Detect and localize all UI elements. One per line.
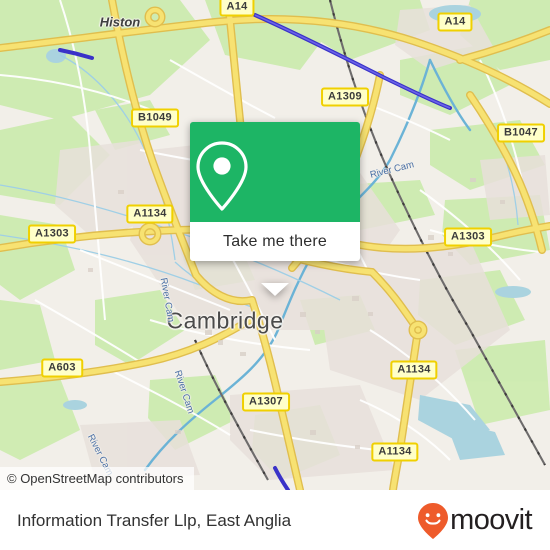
map-attribution[interactable]: © OpenStreetMap contributors <box>0 467 194 490</box>
moovit-wordmark: moovit <box>450 504 532 536</box>
road-shield[interactable]: A1134 <box>126 204 174 224</box>
take-me-there-label: Take me there <box>223 232 327 250</box>
road-shield[interactable]: A1303 <box>28 224 76 244</box>
road-shield[interactable]: A1134 <box>371 442 419 462</box>
map-canvas[interactable]: A14 A14 A1309 B1049 B1047 A1134 A1303 A1… <box>0 0 550 490</box>
road-shield[interactable]: A1309 <box>321 87 369 107</box>
road-shield[interactable]: A603 <box>41 358 83 378</box>
location-pin-icon <box>196 141 248 211</box>
road-shield[interactable]: A14 <box>219 0 255 17</box>
card-pointer-tail <box>261 283 289 296</box>
road-shield[interactable]: A1134 <box>390 360 438 380</box>
attribution-text: © OpenStreetMap contributors <box>7 471 184 486</box>
take-me-there-card[interactable]: Take me there <box>190 122 360 296</box>
road-shield[interactable]: A14 <box>437 12 473 32</box>
moovit-smiley-pin-icon <box>418 502 449 539</box>
road-shield[interactable]: A1303 <box>444 227 492 247</box>
footer-bar: Information Transfer Llp, East Anglia mo… <box>0 490 550 550</box>
card-image-area <box>190 122 360 222</box>
road-shield[interactable]: B1049 <box>131 108 179 128</box>
road-shield[interactable]: B1047 <box>497 123 545 143</box>
map-screenshot: A14 A14 A1309 B1049 B1047 A1134 A1303 A1… <box>0 0 550 550</box>
card-action-area[interactable]: Take me there <box>190 222 360 261</box>
location-title: Information Transfer Llp, East Anglia <box>17 510 292 530</box>
road-shield[interactable]: A1307 <box>242 392 290 412</box>
moovit-logo[interactable]: moovit <box>417 502 533 540</box>
